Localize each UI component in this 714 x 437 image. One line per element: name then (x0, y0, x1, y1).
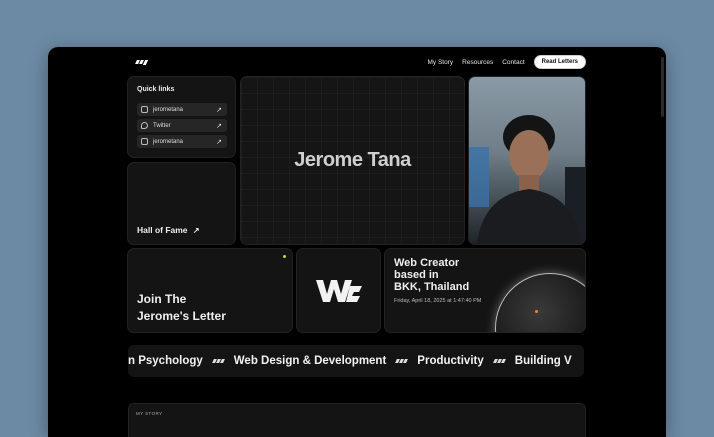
location-line2: based in (394, 269, 439, 281)
topic-item: n Psychology (128, 355, 203, 367)
newsletter-card[interactable]: Join The Jerome's Letter (127, 248, 293, 333)
linkedin-icon (141, 138, 148, 145)
my-story-section: MY STORY (128, 403, 586, 437)
nav-link-my-story[interactable]: My Story (428, 59, 454, 66)
quick-link-label: jerometana (153, 138, 184, 145)
arrow-up-right-icon: ↗ (216, 122, 222, 130)
topic-item: Web Design & Development (233, 355, 387, 367)
nav-link-contact[interactable]: Contact (502, 59, 524, 66)
location-card: Web Creator based in BKK, Thailand Frida… (384, 248, 586, 333)
quick-links-card: Quick links jerometana ↗ Twitter ↗ jerom… (127, 76, 236, 158)
site-logo-icon[interactable] (135, 59, 149, 65)
logo-separator-icon (492, 359, 506, 363)
newsletter-line1: Join The (137, 292, 187, 306)
arrow-up-right-icon: ↗ (216, 138, 222, 146)
location-line3: BKK, Thailand (394, 281, 470, 293)
quick-link-twitter[interactable]: Twitter ↗ (137, 119, 227, 132)
instagram-icon (141, 106, 148, 113)
globe-icon (495, 273, 585, 332)
read-letters-button[interactable]: Read Letters (533, 55, 586, 69)
quick-link-linkedin[interactable]: jerometana ↗ (137, 135, 227, 148)
arrow-up-right-icon: ↗ (192, 226, 200, 235)
newsletter-line2: Jerome's Letter (137, 309, 226, 323)
profile-photo (468, 76, 586, 245)
location-marker-icon (535, 310, 538, 313)
hall-of-fame-label: Hall of Fame (137, 225, 188, 235)
quick-links-title: Quick links (137, 86, 175, 93)
location-line1: Web Creator (394, 257, 460, 269)
arrow-up-right-icon: ↗ (216, 106, 222, 114)
my-story-label: MY STORY (136, 411, 163, 416)
browser-window: My Story Resources Contact Read Letters … (48, 47, 666, 437)
brand-logo-card (296, 248, 381, 333)
hero-card: Jerome Tana (240, 76, 465, 245)
topic-item: Productivity (417, 355, 484, 367)
status-dot (283, 255, 286, 258)
portrait-illustration (469, 115, 585, 244)
current-datetime: Friday, April 18, 2025 at 1:47:40 PM (394, 298, 482, 304)
scrollbar[interactable] (661, 57, 664, 117)
nav-link-resources[interactable]: Resources (462, 59, 493, 66)
wc-logo-icon (316, 280, 362, 302)
quick-link-label: jerometana (153, 106, 184, 113)
hall-of-fame-card[interactable]: Hall of Fame ↗ (127, 162, 236, 245)
quick-link-instagram[interactable]: jerometana ↗ (137, 103, 227, 116)
logo-separator-icon (395, 359, 409, 363)
top-nav: My Story Resources Contact Read Letters (135, 54, 586, 70)
twitter-icon (141, 122, 148, 129)
quick-link-label: Twitter (153, 122, 171, 129)
topic-item: Building V (514, 355, 572, 367)
logo-separator-icon (211, 359, 225, 363)
hero-name: Jerome Tana (294, 149, 411, 171)
topics-marquee: n Psychology Web Design & Development Pr… (128, 345, 584, 377)
